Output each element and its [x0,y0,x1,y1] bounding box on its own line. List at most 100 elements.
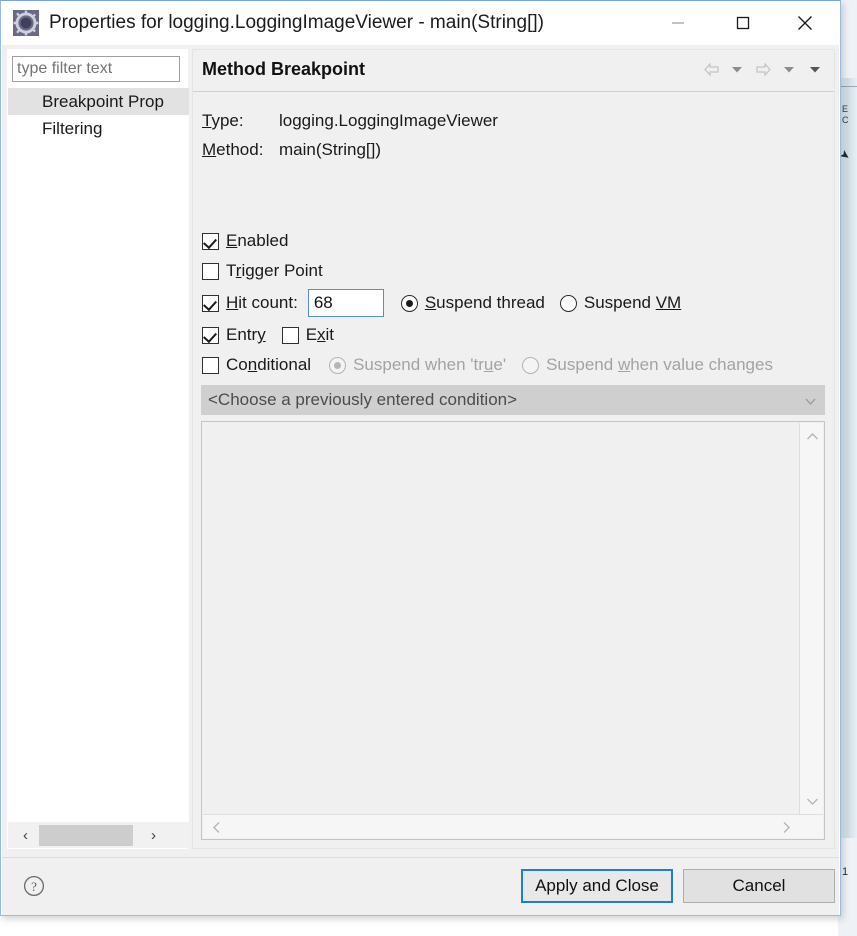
exit-checkbox[interactable] [281,326,299,344]
method-label-rest: ethod: [216,140,264,159]
scroll-left-icon[interactable]: ‹ [12,822,39,849]
conditional-mnemonic: n [247,355,258,374]
exit-label: Exit [306,325,334,345]
sidebar-item-label: Filtering [42,119,103,138]
settings-pane: Method Breakpoint Type: logging.LoggingI… [192,49,835,849]
navigation-toolbar [700,58,826,80]
suspend-thread-radio[interactable] [400,294,418,312]
suspend-when-value-changes-radio-row[interactable]: Suspend when value changes [522,355,773,375]
method-mnemonic: M [202,140,217,159]
title-bar: Properties for logging.LoggingImageViewe… [1,1,840,45]
suspend-vm-radio[interactable] [559,294,577,312]
condition-combo-box[interactable]: <Choose a previously entered condition> [201,385,825,415]
conditional-checkbox[interactable] [202,356,219,374]
suspend-thread-label: Suspend thread [425,293,545,313]
suspend-when-true-label-pre: Suspend when 'tr [353,355,484,374]
entry-label-pre: Entr [226,325,258,344]
exit-label-rest: it [325,325,335,344]
chevron-down-icon[interactable] [805,394,816,408]
exit-label-pre: E [305,325,318,344]
conditional-row[interactable]: Conditional Suspend when 'true' Suspend … [202,355,773,375]
hit-count-label: Hit count: [226,293,298,313]
sidebar-item-label: Breakpoint Prop [42,92,164,111]
enabled-checkbox-row[interactable]: Enabled [202,231,288,251]
navigation-pane: Breakpoint Prop Filtering ‹ › [7,49,189,849]
entry-label: Entry [226,325,266,345]
suspend-thread-label-rest: uspend thread [436,293,545,312]
suspend-when-true-radio-row[interactable]: Suspend when 'true' [329,355,506,375]
suspend-when-value-changes-radio[interactable] [522,356,540,374]
page-title: Method Breakpoint [202,59,366,79]
trigger-point-checkbox[interactable] [202,262,219,280]
suspend-when-true-mnemonic: u [483,355,494,374]
type-label-rest: ype: [211,111,244,130]
method-label: Method: [202,140,263,160]
minimize-icon[interactable] [655,1,701,45]
method-value: main(String[]) [279,140,382,159]
sidebar-item-filtering[interactable]: Filtering [8,115,189,142]
suspend-vm-mnemonic: VM [655,293,682,312]
dialog-footer: ? Apply and Close Cancel [2,857,839,915]
forward-arrow-icon[interactable] [752,58,774,80]
conditional-label-pre: Co [226,355,248,374]
page-content: Type: logging.LoggingImageViewer Method:… [193,93,834,848]
scroll-left-icon[interactable] [205,815,227,839]
background-window-glyph: EC [842,104,849,125]
trigger-point-checkbox-row[interactable]: Trigger Point [202,261,323,281]
enabled-mnemonic: E [226,231,238,250]
condition-editor-horizontal-scrollbar[interactable] [203,814,823,838]
suspend-change-mnemonic: w [617,355,631,374]
suspend-thread-radio-row[interactable]: Suspend thread [400,293,545,313]
suspend-change-label-rest: hen value changes [630,355,773,374]
condition-editor[interactable] [201,421,825,840]
apply-and-close-button[interactable]: Apply and Close [521,869,673,903]
chevron-down-icon[interactable] [778,58,800,80]
hit-count-input[interactable] [307,289,384,317]
cancel-button[interactable]: Cancel [683,869,835,903]
chevron-down-icon[interactable] [726,58,748,80]
scrollbar-thumb[interactable] [39,825,133,846]
entry-exit-row[interactable]: Entry Exit [202,325,334,345]
scroll-down-icon[interactable] [800,790,824,812]
suspend-vm-label-pre: Suspend [583,293,656,312]
type-value: logging.LoggingImageViewer [279,111,498,130]
scroll-right-icon[interactable] [775,815,797,839]
enabled-label: Enabled [226,231,288,251]
condition-editor-vertical-scrollbar[interactable] [799,423,823,814]
window-title: Properties for logging.LoggingImageViewe… [49,12,544,33]
type-label: Type: [202,111,244,131]
trigger-point-label-pre: T [226,261,236,280]
sidebar-horizontal-scrollbar[interactable]: ‹ › [8,821,189,848]
suspend-change-label-pre: Suspend [546,355,618,374]
properties-dialog: Properties for logging.LoggingImageViewe… [0,0,841,916]
help-icon[interactable]: ? [22,874,46,898]
sidebar-item-breakpoint-properties[interactable]: Breakpoint Prop [8,88,189,115]
suspend-when-true-radio[interactable] [329,356,347,374]
scroll-right-icon[interactable]: › [140,822,167,849]
view-menu-chevron-down-icon[interactable] [804,58,826,80]
entry-mnemonic: y [257,325,266,344]
enabled-label-rest: nabled [237,231,289,250]
suspend-when-true-label-rest: e' [493,355,507,374]
conditional-label-rest: ditional [257,355,312,374]
hit-count-label-rest: it count: [238,293,298,312]
back-arrow-icon[interactable] [700,58,722,80]
filter-input[interactable] [12,56,180,82]
hit-count-checkbox[interactable] [202,294,219,312]
entry-checkbox[interactable] [202,326,219,344]
trigger-point-label-rest: igger Point [241,261,323,280]
close-icon[interactable] [782,1,828,45]
hit-count-row[interactable]: Hit count: Suspend thread Suspend VM [202,289,681,317]
background-window-strip [841,78,857,838]
suspend-vm-radio-row[interactable]: Suspend VM [559,293,682,313]
maximize-icon[interactable] [720,1,766,45]
background-window-glyph-2: 1 [842,866,849,878]
suspend-when-value-changes-label: Suspend when value changes [546,355,773,375]
enabled-checkbox[interactable] [202,232,219,250]
trigger-point-label: Trigger Point [226,261,323,281]
condition-combo-value: <Choose a previously entered condition> [208,390,518,409]
suspend-thread-mnemonic: S [424,293,437,312]
page-header: Method Breakpoint [193,50,834,92]
conditional-label: Conditional [226,355,311,375]
scroll-up-icon[interactable] [800,425,824,447]
